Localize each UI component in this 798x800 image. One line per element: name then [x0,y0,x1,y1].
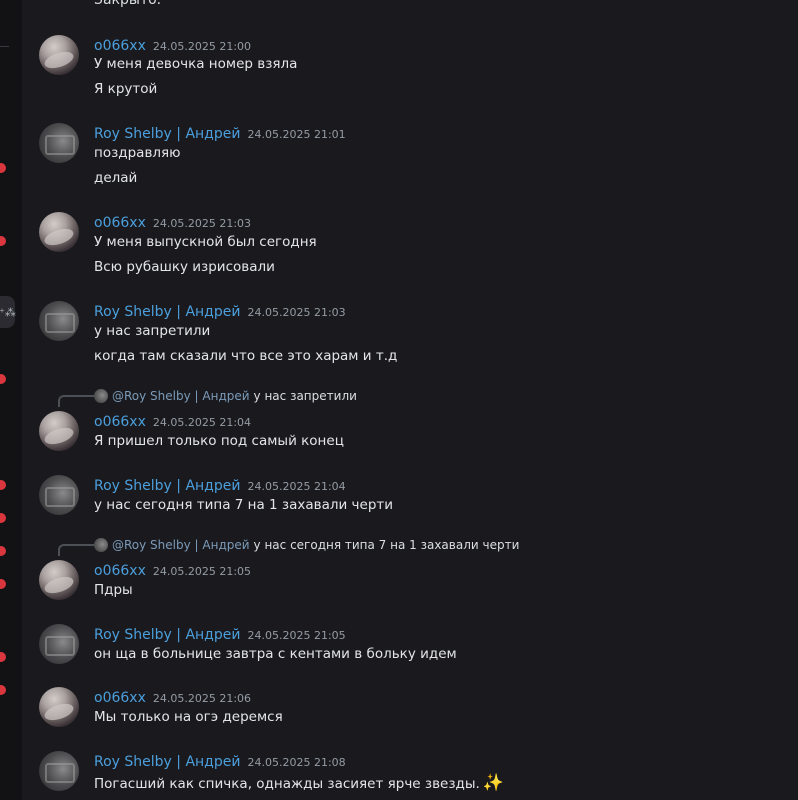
timestamp: 24.05.2025 21:04 [247,480,346,493]
username[interactable]: o066xx [94,38,146,54]
username[interactable]: Roy Shelby | Андрей [94,304,240,320]
message-text: Я пришел только под самый конец [94,433,344,449]
chat-messages: Закрыто. o066xx 24.05.2025 21:00 У меня д… [24,0,798,800]
username[interactable]: o066xx [94,215,146,231]
message-text: Пдры [94,582,133,598]
timestamp: 24.05.2025 21:08 [247,756,346,769]
reply-preview[interactable]: @Roy Shelby | Андрей у нас сегодня типа 7… [94,538,519,554]
username[interactable]: Roy Shelby | Андрей [94,754,240,770]
avatar[interactable] [39,751,79,791]
unread-badge[interactable] [0,579,6,589]
unread-badge[interactable] [0,236,6,246]
reply-avatar [94,538,108,552]
unread-badge[interactable] [0,652,6,662]
message-text-content: Погасший как спичка, однажды засияет ярч… [94,776,480,792]
unread-badge[interactable] [0,685,6,695]
reply-connector [58,395,94,407]
message-text: делай [94,170,138,186]
message-text: он ща в больнице завтра с кентами в боль… [94,646,457,662]
reply-mention[interactable]: @Roy Shelby | Андрей [112,389,250,403]
unread-badge[interactable] [0,480,6,490]
timestamp: 24.05.2025 21:03 [152,217,252,230]
timestamp: 24.05.2025 21:06 [152,692,252,705]
message-text: когда там сказали что все это харам и т.… [94,348,398,364]
avatar[interactable] [39,560,79,600]
username[interactable]: Roy Shelby | Андрей [94,478,240,494]
username[interactable]: o066xx [94,690,146,706]
timestamp: 24.05.2025 21:05 [152,565,252,578]
avatar[interactable] [39,475,79,515]
message-text: у нас запретили [94,323,211,339]
username[interactable]: o066xx [94,414,146,430]
message-text: Всю рубашку изрисовали [94,259,275,275]
timestamp: 24.05.2025 21:03 [247,306,346,319]
timestamp: 24.05.2025 21:00 [152,40,252,53]
server-sidebar: ⁺⁂ [0,0,22,800]
reply-preview[interactable]: @Roy Shelby | Андрей у нас запретили [94,389,357,405]
add-friend-button[interactable]: ⁺⁂ [0,296,16,328]
unread-badge[interactable] [0,163,6,173]
sparkles-icon: ✨ [482,773,504,793]
message-text: Я крутой [94,81,158,97]
reply-avatar [94,389,108,403]
unread-badge[interactable] [0,374,6,384]
username[interactable]: Roy Shelby | Андрей [94,126,240,142]
avatar[interactable] [39,624,79,664]
message-text: поздравляю [94,145,181,161]
reply-mention[interactable]: @Roy Shelby | Андрей [112,538,250,552]
avatar[interactable] [39,35,79,75]
avatar[interactable] [39,123,79,163]
message-text: у нас сегодня типа 7 на 1 захавали черти [94,497,394,513]
message-text: Закрыто. [94,0,162,8]
timestamp: 24.05.2025 21:01 [247,128,346,141]
avatar[interactable] [39,411,79,451]
message-text: У меня выпускной был сегодня [94,234,317,250]
avatar[interactable] [39,687,79,727]
timestamp: 24.05.2025 21:04 [152,416,252,429]
reply-text: у нас сегодня типа 7 на 1 захавали черти [253,538,520,552]
timestamp: 24.05.2025 21:05 [247,629,346,642]
username[interactable]: Roy Shelby | Андрей [94,627,240,643]
reply-text: у нас запретили [253,389,357,403]
avatar[interactable] [39,301,79,341]
avatar[interactable] [39,212,79,252]
username[interactable]: o066xx [94,563,146,579]
add-friend-icon: ⁺⁂ [0,305,16,319]
reply-connector [58,544,94,556]
message-text: У меня девочка номер взяла [94,56,298,72]
message-text: Мы только на огэ деремся [94,709,283,725]
unread-badge[interactable] [0,513,6,523]
message-text: Погасший как спичка, однажды засияет ярч… [94,773,504,793]
unread-badge[interactable] [0,546,6,556]
sidebar-divider [0,46,9,47]
